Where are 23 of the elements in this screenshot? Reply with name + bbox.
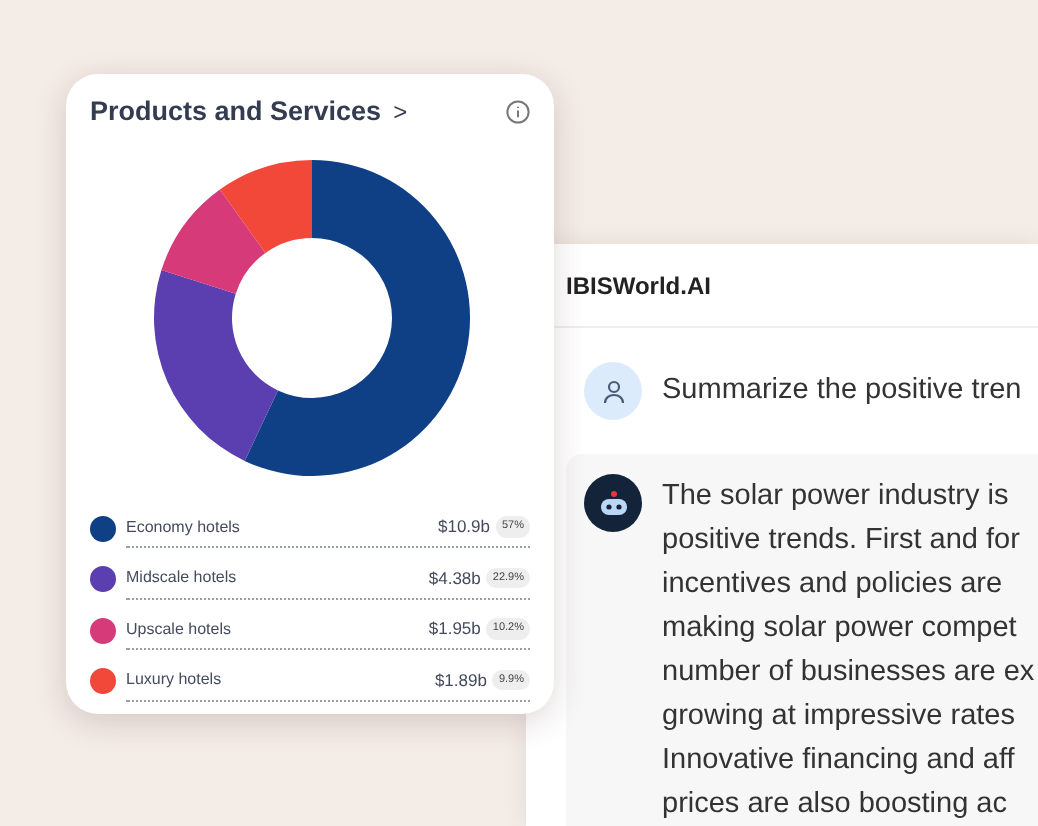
- robot-icon: [597, 489, 629, 517]
- legend-label: Economy hotels: [126, 515, 240, 539]
- bot-message-line: The solar power industry is: [662, 478, 1011, 516]
- legend-value: $10.9b: [437, 514, 490, 540]
- user-message: Summarize the positive tren: [662, 371, 1022, 410]
- bot-message-line: number of businesses are ex: [662, 654, 1035, 692]
- person-icon: [601, 379, 625, 404]
- info-icon[interactable]: [506, 100, 530, 125]
- bot-message-line: Innovative financing and aff: [662, 742, 1017, 780]
- legend-value: $1.95b: [428, 616, 481, 642]
- legend-label: Luxury hotels: [126, 668, 222, 692]
- legend-value: $1.89b: [434, 667, 487, 693]
- bot-message-line: prices are also boosting ac: [662, 786, 1009, 824]
- chat-title: IBISWorld.AI: [566, 269, 711, 304]
- bot-message-line: growing at impressive rates: [662, 698, 1017, 736]
- bot-message-line: incentives and policies are: [662, 566, 1005, 604]
- legend-label: Midscale hotels: [126, 566, 237, 590]
- card-title[interactable]: Products and Services: [90, 92, 382, 133]
- chevron[interactable]: >: [393, 94, 408, 131]
- legend-value: $4.38b: [428, 565, 481, 591]
- bot-message-line: making solar power compet: [662, 610, 1019, 648]
- bot-message-line: positive trends. First and for: [662, 522, 1022, 560]
- legend-label: Upscale hotels: [126, 617, 231, 641]
